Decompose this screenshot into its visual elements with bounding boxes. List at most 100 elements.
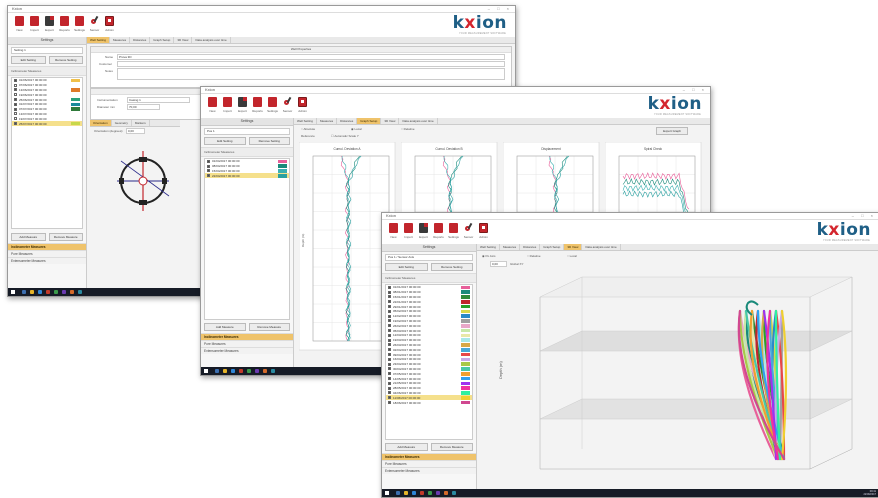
diameter-field[interactable]: 70,00 (127, 104, 160, 110)
admin-button[interactable]: Admin (103, 16, 116, 35)
settings-button[interactable]: Settings (447, 223, 460, 242)
taskbar-app-icon[interactable] (271, 369, 275, 373)
taskbar-app-icon[interactable] (239, 369, 243, 373)
list-item[interactable]: 01/04/2017 00:00:00 (205, 159, 289, 164)
import-button[interactable]: Import (28, 16, 41, 35)
measure-color-swatch[interactable] (461, 309, 470, 314)
reference-field[interactable]: 0,00 (490, 261, 507, 267)
tab[interactable]: Well Setting (477, 244, 500, 250)
measure-color-swatch[interactable] (461, 338, 470, 342)
taskbar-app-icon[interactable] (452, 491, 456, 495)
list-item[interactable]: 05/03/2017 00:00:00 (386, 328, 472, 333)
list-item[interactable]: 28/05/2017 00:00:00 (386, 386, 472, 391)
list-item[interactable]: 07/05/2017 00:00:00 (386, 371, 472, 376)
list-item[interactable]: 22/01/2017 00:00:00 (386, 299, 472, 304)
list-item[interactable]: 02/04/2017 00:00:00 (386, 347, 472, 352)
measure-checkbox[interactable] (388, 367, 391, 371)
list-item[interactable]: 19/02/2017 00:00:00 (386, 319, 472, 324)
measure-checkbox[interactable] (388, 353, 391, 357)
measure-color-swatch[interactable] (461, 362, 470, 366)
list-item[interactable]: 01/01/2017 00:00:00 (386, 285, 472, 290)
measure-checkbox[interactable] (14, 112, 17, 116)
measure-checkbox[interactable] (388, 309, 391, 313)
measure-color-swatch[interactable] (461, 371, 470, 376)
measure-color-swatch[interactable] (461, 367, 470, 371)
measure-checkbox[interactable] (388, 381, 391, 385)
measure-checkbox[interactable] (388, 391, 391, 395)
list-item[interactable]: 01/07/2017 00:00:00 (12, 102, 82, 107)
setting-select[interactable]: Pos 1 / Sensor Axis (385, 254, 473, 261)
measure-checkbox[interactable] (14, 83, 17, 87)
name-field[interactable]: Prova 3D (117, 54, 505, 60)
taskbar-app-icon[interactable] (444, 491, 448, 495)
measure-checkbox[interactable] (388, 290, 391, 294)
remove-measure-button[interactable]: Remove Measure (430, 443, 473, 451)
list-item[interactable]: 25/07/2017 00:00:00 (12, 121, 82, 126)
window-controls[interactable]: – □ × (683, 87, 707, 93)
taskbar-app-icon[interactable] (436, 491, 440, 495)
sidebar-section[interactable]: Pore Measures (201, 340, 293, 347)
measure-checkbox[interactable] (388, 386, 391, 390)
tab[interactable]: Data analysis over time (399, 118, 438, 124)
edit-setting-button[interactable]: Edit Setting (11, 56, 46, 64)
measure-checkbox[interactable] (14, 88, 17, 92)
sidebar-section[interactable]: Pore Measures (382, 460, 476, 467)
tab[interactable]: Measures (500, 244, 521, 250)
measure-color-swatch[interactable] (71, 117, 80, 121)
export-graph-button[interactable]: Export Graph (656, 127, 688, 135)
measure-color-swatch[interactable] (461, 381, 470, 386)
measure-color-swatch[interactable] (461, 400, 470, 405)
measure-color-swatch[interactable] (461, 352, 470, 357)
tab[interactable]: 3D View (174, 37, 193, 43)
window-controls[interactable]: – □ × (488, 6, 512, 12)
add-measure-button[interactable]: Add Measure (385, 443, 428, 451)
measure-color-swatch[interactable] (71, 121, 80, 126)
measure-color-swatch[interactable] (71, 102, 80, 107)
list-item[interactable]: 29/01/2017 00:00:00 (386, 304, 472, 309)
measure-checkbox[interactable] (14, 117, 17, 121)
measure-color-swatch[interactable] (71, 93, 80, 97)
measure-checkbox[interactable] (388, 333, 391, 337)
measure-checkbox[interactable] (388, 362, 391, 366)
option-relative[interactable]: ○ Relative (401, 127, 415, 131)
measure-checkbox[interactable] (14, 107, 17, 111)
new-button[interactable]: New (387, 223, 400, 242)
measure-color-swatch[interactable] (71, 88, 80, 92)
list-item[interactable]: 08/04/2017 00:00:00 (205, 164, 289, 169)
measure-color-swatch[interactable] (71, 97, 80, 102)
orientation-field[interactable]: 0,00 (126, 128, 145, 134)
measure-color-swatch[interactable] (461, 395, 470, 400)
measure-color-swatch[interactable] (461, 391, 470, 395)
settings-button[interactable]: Settings (73, 16, 86, 35)
measure-color-swatch[interactable] (461, 328, 470, 333)
taskbar-app-icon[interactable] (70, 290, 74, 294)
list-item[interactable]: 16/04/2017 00:00:00 (386, 357, 472, 362)
list-item[interactable]: 14/05/2017 00:00:00 (386, 376, 472, 381)
admin-button[interactable]: Admin (477, 223, 490, 242)
measure-checkbox[interactable] (388, 338, 391, 342)
measure-checkbox[interactable] (14, 93, 17, 97)
sidebar-section[interactable]: Extensometer Measures (382, 467, 476, 474)
measure-color-swatch[interactable] (461, 343, 470, 347)
measure-color-swatch[interactable] (71, 112, 80, 116)
measure-color-swatch[interactable] (71, 83, 80, 87)
list-item[interactable]: 30/04/2017 00:00:00 (386, 367, 472, 372)
list-item[interactable]: 26/03/2017 00:00:00 (386, 343, 472, 348)
edit-setting-button[interactable]: Edit Setting (204, 137, 246, 145)
measure-color-swatch[interactable] (461, 376, 470, 381)
export-button[interactable]: Export (43, 16, 56, 35)
sensor-button[interactable]: Sensor (462, 223, 475, 242)
list-item[interactable]: 26/02/2017 00:00:00 (386, 323, 472, 328)
tab[interactable]: 3D View (564, 244, 583, 250)
list-item[interactable]: 15/01/2017 00:00:00 (386, 295, 472, 300)
measure-color-swatch[interactable] (461, 357, 470, 362)
sidebar-section[interactable]: Pore Measures (8, 250, 86, 257)
taskbar-app-icon[interactable] (396, 491, 400, 495)
edit-setting-button[interactable]: Edit Setting (385, 263, 428, 271)
tab[interactable]: Distances (130, 37, 151, 43)
sidebar-section[interactable]: Extensometer Measures (201, 347, 293, 354)
setting-select[interactable]: Setting 1 (11, 47, 83, 54)
taskbar-app-icon[interactable] (38, 290, 42, 294)
measure-checkbox[interactable] (388, 319, 391, 323)
list-item[interactable]: 22/04/2017 00:00:00 (205, 173, 289, 179)
